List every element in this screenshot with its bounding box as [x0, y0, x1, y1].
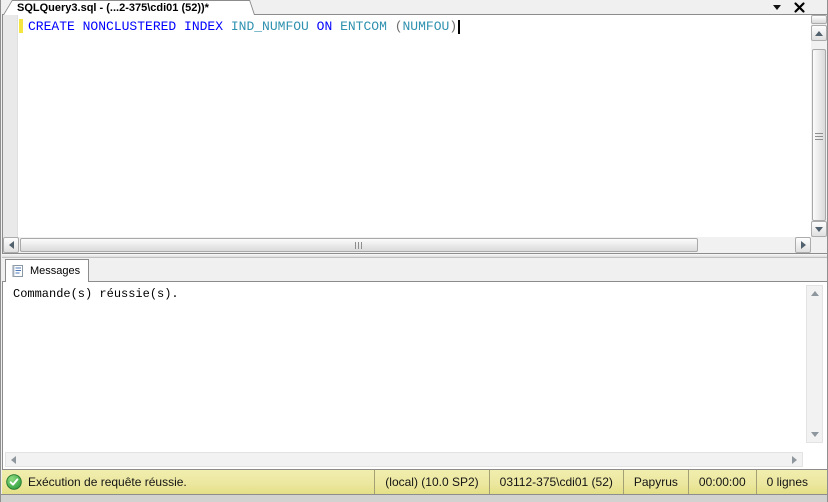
status-bar: Exécution de requête réussie. (local) (1… [2, 470, 828, 494]
status-text: Exécution de requête réussie. [28, 475, 187, 489]
tab-sqlquery3[interactable]: SQLQuery3.sql - (...2-375\cdi01 (52))* [3, 0, 255, 15]
ssms-query-window: SQLQuery3.sql - (...2-375\cdi01 (52))* C… [0, 0, 828, 502]
scroll-left-button[interactable] [6, 453, 21, 466]
scroll-left-button[interactable] [3, 237, 19, 253]
code-line[interactable]: CREATE NONCLUSTERED INDEX IND_NUMFOU ON … [28, 19, 460, 34]
status-message-area: Exécution de requête réussie. [2, 474, 374, 490]
messages-output-text: Commande(s) réussie(s). [13, 287, 179, 301]
arrow-left-icon [11, 456, 16, 464]
scroll-up-button[interactable] [807, 286, 822, 301]
scroll-grip-icon [815, 131, 823, 140]
scroll-up-button[interactable] [811, 25, 827, 41]
scroll-right-button[interactable] [795, 237, 811, 253]
tab-messages-label: Messages [30, 265, 80, 277]
scroll-down-button[interactable] [807, 427, 822, 442]
messages-horizontal-scrollbar[interactable] [5, 452, 803, 467]
arrow-up-icon [811, 291, 819, 296]
close-icon[interactable] [793, 1, 806, 14]
editor-selection-margin [3, 15, 18, 237]
scroll-down-button[interactable] [811, 221, 827, 237]
text-cursor [458, 20, 460, 34]
status-server-panel: (local) (10.0 SP2) [374, 470, 488, 494]
editor-change-tracking-bar [19, 19, 23, 33]
success-check-icon [6, 474, 22, 490]
arrow-up-icon [815, 31, 823, 36]
editor-vscroll-thumb[interactable] [812, 49, 826, 221]
messages-vertical-scrollbar[interactable] [806, 285, 823, 443]
tab-sqlquery3-label: SQLQuery3.sql - (...2-375\cdi01 (52))* [4, 1, 254, 15]
editor-split-handle[interactable] [811, 15, 827, 24]
status-database-panel: Papyrus [623, 470, 688, 494]
scroll-right-button[interactable] [787, 453, 802, 466]
query-editor[interactable]: CREATE NONCLUSTERED INDEX IND_NUMFOU ON … [2, 14, 828, 254]
editor-vertical-scrollbar[interactable] [811, 15, 827, 237]
code-line-tokens: CREATE NONCLUSTERED INDEX IND_NUMFOU ON … [28, 19, 457, 34]
status-panels: (local) (10.0 SP2) 03112-375\cdi01 (52) … [374, 470, 818, 494]
status-rowcount-panel: 0 lignes [756, 470, 818, 494]
editor-hscroll-thumb[interactable] [20, 238, 698, 252]
arrow-right-icon [792, 456, 797, 464]
arrow-down-icon [811, 432, 819, 437]
scrollbar-corner [811, 237, 827, 253]
status-login-panel: 03112-375\cdi01 (52) [489, 470, 623, 494]
arrow-right-icon [801, 241, 806, 249]
tab-messages[interactable]: Messages [5, 259, 89, 282]
window-bottom-frame [1, 494, 828, 502]
pane-splitter[interactable] [2, 254, 828, 258]
messages-pane[interactable]: Commande(s) réussie(s). [2, 281, 828, 470]
tab-list-dropdown-icon[interactable] [773, 5, 781, 10]
status-duration-panel: 00:00:00 [688, 470, 756, 494]
arrow-left-icon [9, 241, 14, 249]
arrow-down-icon [815, 227, 823, 232]
messages-icon [11, 264, 25, 278]
scroll-grip-icon [355, 242, 364, 249]
editor-horizontal-scrollbar[interactable] [3, 237, 811, 253]
